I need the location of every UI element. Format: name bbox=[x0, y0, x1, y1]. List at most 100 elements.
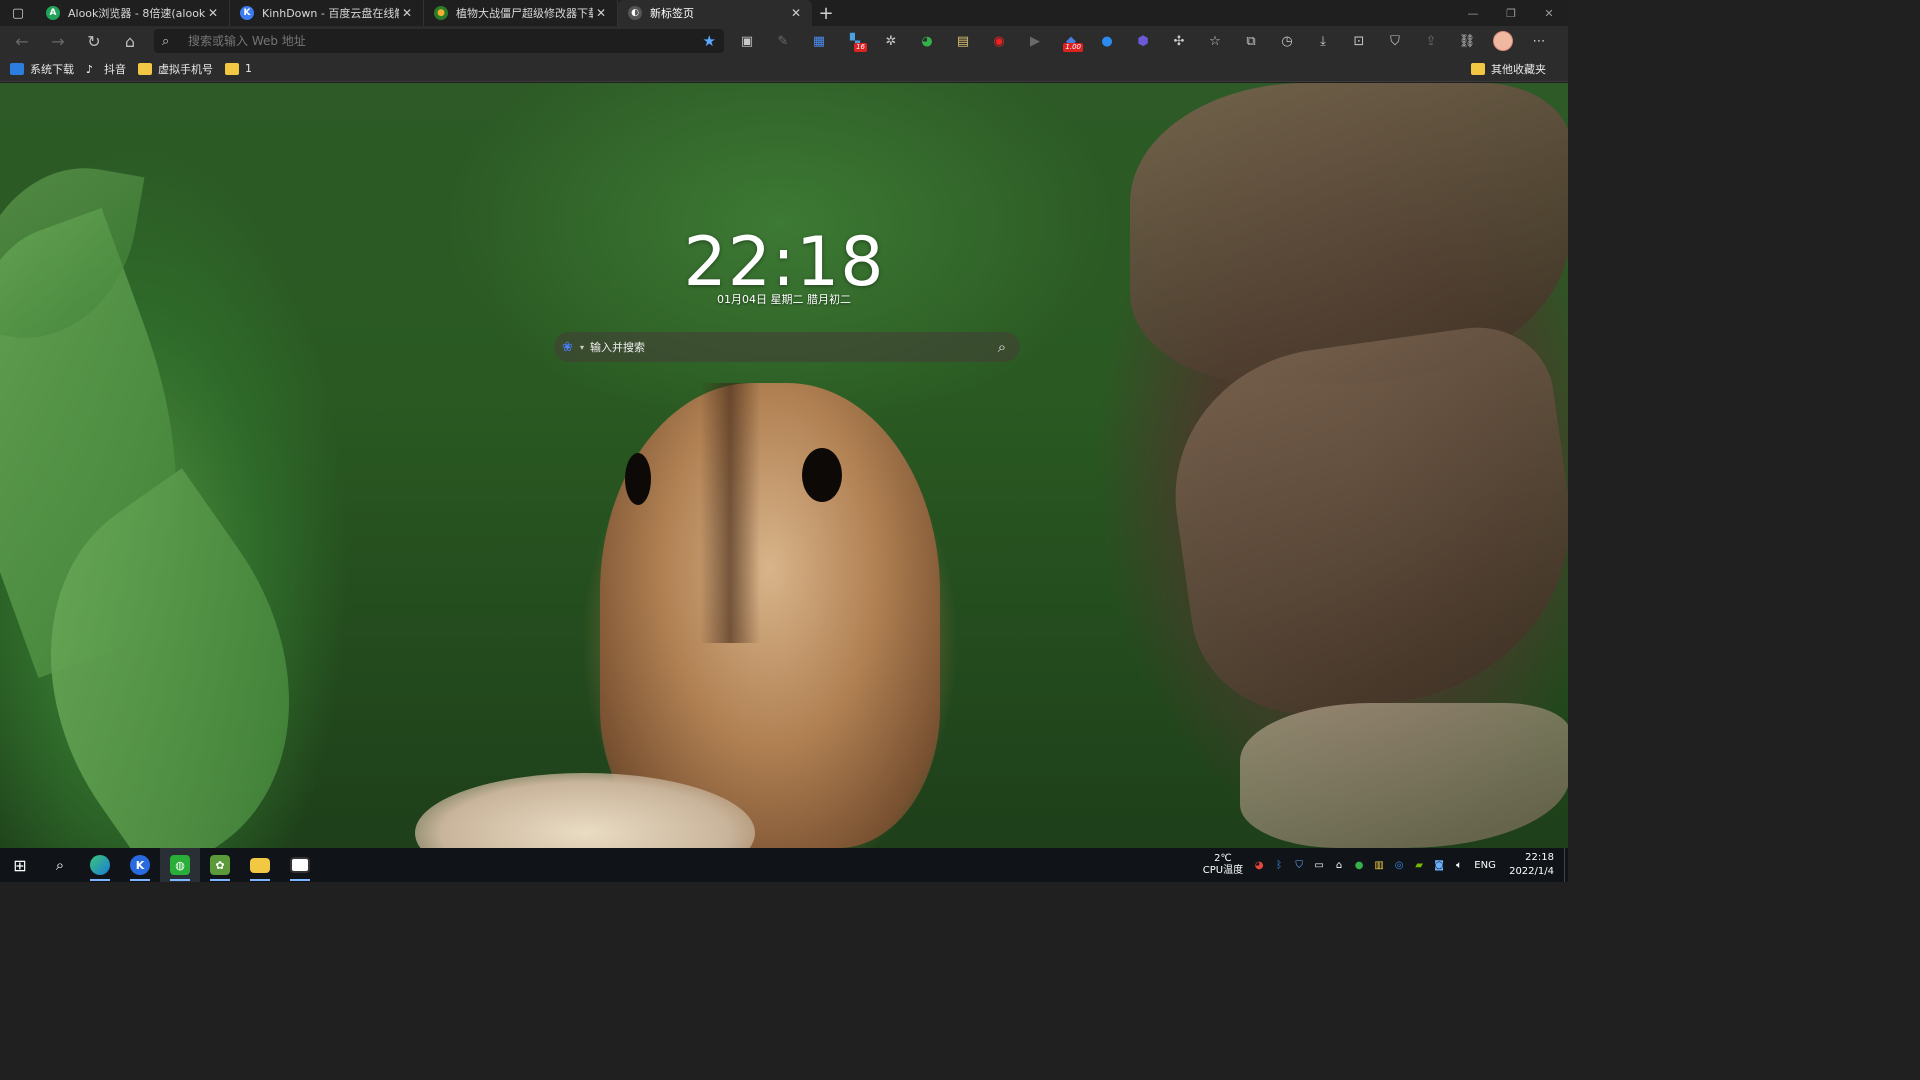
close-icon[interactable]: ✕ bbox=[399, 6, 415, 20]
assistant-icon[interactable]: ◎ bbox=[1389, 848, 1409, 882]
collections-icon[interactable]: ⧉ bbox=[1233, 26, 1269, 56]
newtab-favicon-icon: ◐ bbox=[628, 6, 642, 20]
play-extension-icon[interactable]: ▶ bbox=[1017, 26, 1053, 56]
address-input[interactable] bbox=[188, 34, 703, 48]
tab-title: KinhDown - 百度云盘在线解析 bbox=[262, 7, 399, 20]
close-icon[interactable]: ✕ bbox=[205, 6, 221, 20]
taskbar-pvz[interactable]: ✿ bbox=[200, 848, 240, 882]
taskbar-edge[interactable] bbox=[80, 848, 120, 882]
shield-icon[interactable]: ⛉ bbox=[1377, 26, 1413, 56]
tab-title: 植物大战僵尸超级修改器下载-植 bbox=[456, 7, 593, 20]
close-icon[interactable]: ✕ bbox=[593, 6, 609, 20]
app-tray-icon[interactable]: ● bbox=[1349, 848, 1369, 882]
reader-icon[interactable]: ▣ bbox=[729, 26, 765, 56]
security-shield-icon[interactable]: ⛉ bbox=[1289, 848, 1309, 882]
tab-kinhdown[interactable]: K KinhDown - 百度云盘在线解析 ✕ bbox=[230, 0, 424, 26]
favorite-star-icon[interactable]: ★ bbox=[703, 32, 716, 50]
screenshot-icon[interactable]: ⊡ bbox=[1341, 26, 1377, 56]
forward-icon[interactable]: → bbox=[40, 26, 76, 56]
bookmark-label: 系统下载 bbox=[30, 62, 74, 76]
refresh-icon[interactable]: ↻ bbox=[76, 26, 112, 56]
windows-taskbar: ⊞ ⌕ K ◍ ✿ 2℃ CPU温度 ◕ ᛒ ⛉ ▭ ⌂ ● ▥ ◎ ▰ ◙ 🔈… bbox=[0, 848, 1568, 882]
address-bar[interactable]: ⌕ ★ bbox=[154, 29, 724, 53]
restore-icon[interactable]: ❐ bbox=[1492, 0, 1530, 26]
chrome-extension-icon[interactable]: ◕ bbox=[909, 26, 945, 56]
chevron-down-icon[interactable]: ▾ bbox=[580, 343, 584, 352]
display-icon[interactable]: ▭ bbox=[1309, 848, 1329, 882]
history-icon[interactable]: ◷ bbox=[1269, 26, 1305, 56]
minimize-icon[interactable]: — bbox=[1454, 0, 1492, 26]
speed-extension-icon[interactable]: ◆ 1.00 bbox=[1053, 26, 1089, 56]
grid-extension-icon[interactable]: ▚ 16 bbox=[837, 26, 873, 56]
more-menu-icon[interactable]: ⋯ bbox=[1521, 26, 1557, 56]
cube-extension-icon[interactable]: ⬢ bbox=[1125, 26, 1161, 56]
share-icon[interactable]: ⇪ bbox=[1413, 26, 1449, 56]
folder-icon bbox=[1471, 63, 1485, 75]
tab-strip: ▢ A Alook浏览器 - 8倍速(alook.brow ✕ K KinhDo… bbox=[0, 0, 1568, 26]
tab-actions-icon[interactable]: ▢ bbox=[0, 0, 36, 26]
favorites-icon[interactable]: ☆ bbox=[1197, 26, 1233, 56]
system-tray: 2℃ CPU温度 ◕ ᛒ ⛉ ▭ ⌂ ● ▥ ◎ ▰ ◙ 🔈︎ ENG 22:1… bbox=[1203, 848, 1568, 882]
taskbar-clock[interactable]: 22:18 2022/1/4 bbox=[1509, 851, 1554, 879]
nvidia-icon[interactable]: ▰ bbox=[1409, 848, 1429, 882]
tab-alook[interactable]: A Alook浏览器 - 8倍速(alook.brow ✕ bbox=[36, 0, 230, 26]
search-icon: ⌕ bbox=[162, 33, 170, 49]
newtab-search-box[interactable]: ❀ ▾ ⌕ bbox=[554, 332, 1020, 362]
temperature-label: CPU温度 bbox=[1202, 865, 1244, 876]
red-circle-extension-icon[interactable]: ◉ bbox=[981, 26, 1017, 56]
input-method-icon[interactable]: ▥ bbox=[1369, 848, 1389, 882]
cpu-temp-widget[interactable]: 2℃ CPU温度 bbox=[1203, 853, 1243, 877]
browser-toolbar: ← → ↻ ⌂ ⌕ ★ ▣ ✎ ▦ ▚16 ✲ ◕ ▤ ◉ ▶ ◆1.00 ● … bbox=[0, 26, 1568, 56]
bookmark-douyin[interactable]: ♪ 抖音 bbox=[86, 61, 126, 77]
bookmark-label: 抖音 bbox=[104, 62, 126, 76]
translate-icon[interactable]: ▦ bbox=[801, 26, 837, 56]
pvz-favicon-icon: ● bbox=[434, 6, 448, 20]
tab-pvz-modifier[interactable]: ● 植物大战僵尸超级修改器下载-植 ✕ bbox=[424, 0, 618, 26]
gear-extension-icon[interactable]: ✲ bbox=[873, 26, 909, 56]
image-extension-icon[interactable]: ▤ bbox=[945, 26, 981, 56]
close-icon[interactable]: ✕ bbox=[788, 6, 804, 20]
search-icon[interactable]: ⌕ bbox=[992, 338, 1012, 356]
extension-icons: ▣ ✎ ▦ ▚ 16 ✲ ◕ ▤ ◉ ▶ ◆ 1.00 ● ⬢ ✣ ☆ ⧉ ◷ ⤓ … bbox=[729, 26, 1557, 56]
wechat-icon: ◍ bbox=[170, 855, 190, 875]
bookmark-virtual-phone[interactable]: 虚拟手机号 bbox=[138, 61, 213, 77]
taskbar-date: 2022/1/4 bbox=[1509, 866, 1554, 877]
link-icon[interactable]: ⛓ bbox=[1449, 26, 1485, 56]
back-icon[interactable]: ← bbox=[4, 26, 40, 56]
other-bookmarks-label: 其他收藏夹 bbox=[1491, 63, 1546, 76]
folder-icon bbox=[250, 857, 270, 873]
network-icon[interactable]: ⌂ bbox=[1329, 848, 1349, 882]
baidu-paw-icon[interactable]: ❀ bbox=[562, 340, 578, 355]
puzzle-extensions-icon[interactable]: ✣ bbox=[1161, 26, 1197, 56]
taskbar-window[interactable] bbox=[280, 848, 320, 882]
bookmark-label: 虚拟手机号 bbox=[158, 62, 213, 76]
search-icon[interactable]: ⌕ bbox=[40, 848, 80, 882]
volume-icon[interactable]: 🔈︎ bbox=[1449, 848, 1469, 882]
profile-avatar[interactable] bbox=[1493, 31, 1513, 51]
kinhdown-favicon-icon: K bbox=[240, 6, 254, 20]
window-controls: — ❐ ✕ bbox=[1454, 0, 1568, 26]
new-tab-page: 22:18 01月04日 星期二 腊月初二 ❀ ▾ ⌕ bbox=[0, 83, 1568, 848]
water-drop-extension-icon[interactable]: ● bbox=[1089, 26, 1125, 56]
wifi-icon[interactable]: ◙ bbox=[1429, 848, 1449, 882]
show-desktop-button[interactable] bbox=[1564, 848, 1568, 882]
feather-icon[interactable]: ✎ bbox=[765, 26, 801, 56]
newtab-search-input[interactable] bbox=[590, 340, 992, 354]
language-indicator[interactable]: ENG bbox=[1469, 848, 1501, 882]
start-button[interactable]: ⊞ bbox=[0, 848, 40, 882]
bluetooth-icon[interactable]: ᛒ bbox=[1269, 848, 1289, 882]
tab-new-tab[interactable]: ◐ 新标签页 ✕ bbox=[618, 0, 812, 26]
bookmark-system-download[interactable]: 系统下载 bbox=[10, 61, 74, 77]
close-window-icon[interactable]: ✕ bbox=[1530, 0, 1568, 26]
bookmark-folder-1[interactable]: 1 bbox=[225, 62, 252, 75]
home-icon[interactable]: ⌂ bbox=[112, 26, 148, 56]
alook-favicon-icon: A bbox=[46, 6, 60, 20]
taskbar-file-explorer[interactable] bbox=[240, 848, 280, 882]
download-icon[interactable]: ⤓ bbox=[1305, 26, 1341, 56]
other-bookmarks[interactable]: 其他收藏夹 bbox=[1471, 56, 1546, 82]
new-tab-button[interactable]: + bbox=[812, 0, 840, 26]
taskbar-wechat[interactable]: ◍ bbox=[160, 848, 200, 882]
douyin-icon: ♪ bbox=[86, 62, 94, 76]
chrome-tray-icon[interactable]: ◕ bbox=[1249, 848, 1269, 882]
taskbar-kinhdown[interactable]: K bbox=[120, 848, 160, 882]
